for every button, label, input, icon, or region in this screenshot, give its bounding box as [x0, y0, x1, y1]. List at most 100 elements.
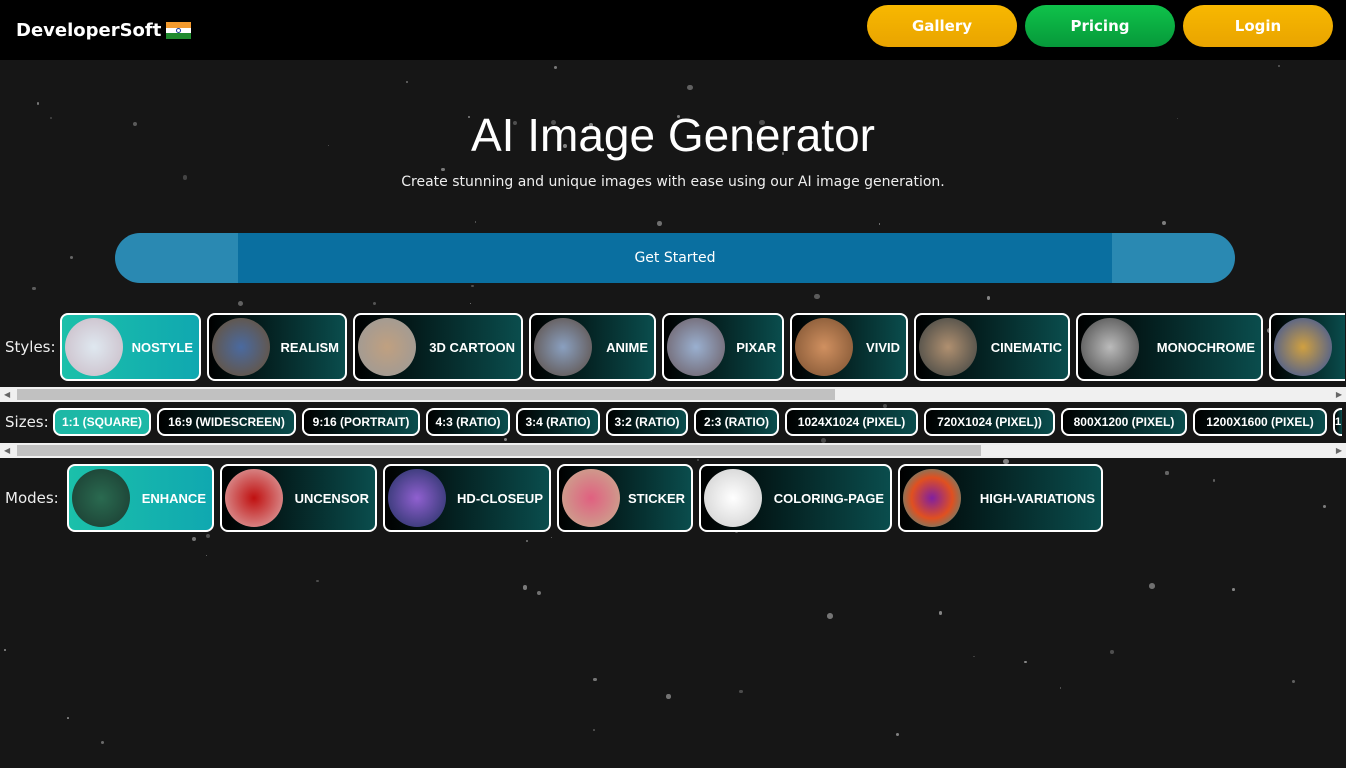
- size-option[interactable]: 720X1024 (PIXEL)): [924, 408, 1055, 436]
- india-flag-icon: [166, 22, 192, 40]
- star-dot: [1024, 660, 1027, 664]
- login-button[interactable]: Login: [1183, 5, 1333, 47]
- option-label: COLORING-PAGE: [773, 490, 884, 506]
- thumbnail-image: [72, 469, 130, 527]
- star-dot: [32, 286, 36, 291]
- size-option[interactable]: 2:3 (RATIO): [694, 408, 779, 436]
- option-label: REALISM: [280, 339, 340, 355]
- get-started-label: Get Started: [634, 250, 716, 266]
- style-option[interactable]: CINEMATIC: [914, 313, 1070, 381]
- star-dot: [471, 284, 474, 288]
- thumbnail-image: [358, 318, 416, 376]
- star-dot: [593, 677, 597, 682]
- style-option[interactable]: NOSTYLE: [60, 313, 201, 381]
- mode-option[interactable]: HIGH-VARIATIONS: [898, 464, 1103, 532]
- star-dot: [522, 585, 528, 590]
- styles-scrollbar[interactable]: ◀ ▶: [0, 387, 1346, 402]
- mode-option[interactable]: STICKER: [557, 464, 693, 532]
- size-option[interactable]: 1024X1024 (PIXEL): [785, 408, 918, 436]
- star-dot: [550, 536, 553, 538]
- thumbnail-image: [704, 469, 762, 527]
- size-option[interactable]: 1200X1600 (PIXEL): [1193, 408, 1327, 436]
- styles-list: NOSTYLE REALISM 3D CARTOON ANIME PIXAR VIVID C…: [60, 313, 1345, 381]
- star-dot: [536, 591, 541, 596]
- thumbnail-image: [1081, 318, 1139, 376]
- brand-name: DeveloperSoft: [16, 20, 162, 41]
- gallery-button[interactable]: Gallery: [867, 5, 1017, 47]
- mode-option[interactable]: ENHANCE: [67, 464, 214, 532]
- mode-option[interactable]: UNCENSOR: [220, 464, 377, 532]
- star-dot: [3, 649, 6, 651]
- option-label: HIGH-VARIATIONS: [979, 490, 1095, 506]
- style-option[interactable]: REALISM: [207, 313, 347, 381]
- star-dot: [987, 296, 991, 300]
- star-dot: [827, 613, 833, 619]
- star-dot: [878, 222, 881, 225]
- thumbnail-image: [388, 469, 446, 527]
- star-dot: [697, 458, 700, 461]
- option-label: CINEMATIC: [990, 339, 1062, 355]
- star-dot: [372, 301, 377, 306]
- option-label: UNCENSOR: [294, 490, 369, 506]
- size-option[interactable]: 9:16 (PORTRAIT): [302, 408, 420, 436]
- style-option[interactable]: VIVID: [790, 313, 908, 381]
- option-label: PIXAR: [736, 339, 776, 355]
- option-label: ANIME: [606, 339, 648, 355]
- page-subtitle: Create stunning and unique images with e…: [401, 174, 945, 190]
- style-option[interactable]: MONOCHROME: [1076, 313, 1263, 381]
- star-dot: [406, 80, 409, 83]
- get-started-button[interactable]: Get Started: [115, 233, 1235, 283]
- star-dot: [441, 167, 446, 172]
- size-option[interactable]: 3:4 (RATIO): [516, 408, 600, 436]
- brand-logo[interactable]: DeveloperSoft: [16, 20, 192, 41]
- size-option[interactable]: 3:2 (RATIO): [606, 408, 688, 436]
- styles-label: Styles:: [5, 338, 56, 356]
- star-dot: [1322, 504, 1327, 509]
- star-dot: [895, 732, 899, 736]
- mode-option[interactable]: HD-CLOSEUP: [383, 464, 551, 532]
- modes-label: Modes:: [5, 489, 59, 507]
- star-dot: [1291, 680, 1296, 684]
- modes-list: ENHANCE UNCENSOR HD-CLOSEUP STICKER COLORING…: [67, 464, 1103, 532]
- size-option[interactable]: 1: [1333, 408, 1342, 436]
- option-label: HD-CLOSEUP: [457, 490, 543, 506]
- size-option[interactable]: 800X1200 (PIXEL): [1061, 408, 1187, 436]
- star-dot: [36, 102, 40, 106]
- sizes-scrollbar[interactable]: ◀ ▶: [0, 443, 1346, 458]
- mode-option[interactable]: COLORING-PAGE: [699, 464, 892, 532]
- option-label: MONOCHROME: [1156, 339, 1255, 355]
- style-option[interactable]: ANIME: [529, 313, 656, 381]
- size-option[interactable]: 1:1 (SQUARE): [53, 408, 151, 436]
- star-dot: [813, 293, 820, 300]
- star-dot: [475, 221, 477, 223]
- style-option[interactable]: 3D CARTOON: [353, 313, 523, 381]
- star-dot: [69, 255, 73, 260]
- star-dot: [739, 690, 743, 694]
- star-dot: [1277, 64, 1281, 68]
- pricing-button[interactable]: Pricing: [1025, 5, 1175, 47]
- sizes-list: 1:1 (SQUARE) 16:9 (WIDESCREEN) 9:16 (PORTR…: [53, 408, 1342, 436]
- thumbnail-image: [1274, 318, 1332, 376]
- size-option[interactable]: 16:9 (WIDESCREEN): [157, 408, 296, 436]
- thumbnail-image: [919, 318, 977, 376]
- star-dot: [657, 220, 663, 226]
- thumbnail-image: [212, 318, 270, 376]
- style-option[interactable]: PIXAR: [662, 313, 784, 381]
- star-dot: [1212, 479, 1216, 482]
- star-dot: [191, 537, 196, 542]
- star-dot: [666, 694, 671, 699]
- star-dot: [470, 302, 472, 305]
- style-option[interactable]: [1269, 313, 1345, 381]
- star-dot: [687, 84, 694, 91]
- star-dot: [553, 65, 558, 70]
- size-option[interactable]: 4:3 (RATIO): [426, 408, 510, 436]
- thumbnail-image: [225, 469, 283, 527]
- star-dot: [1109, 650, 1114, 654]
- star-dot: [1165, 471, 1169, 475]
- star-dot: [100, 740, 104, 745]
- option-label: 3D CARTOON: [429, 339, 515, 355]
- star-dot: [1059, 687, 1062, 689]
- option-label: ENHANCE: [141, 490, 206, 506]
- star-dot: [525, 540, 528, 543]
- star-dot: [593, 728, 596, 731]
